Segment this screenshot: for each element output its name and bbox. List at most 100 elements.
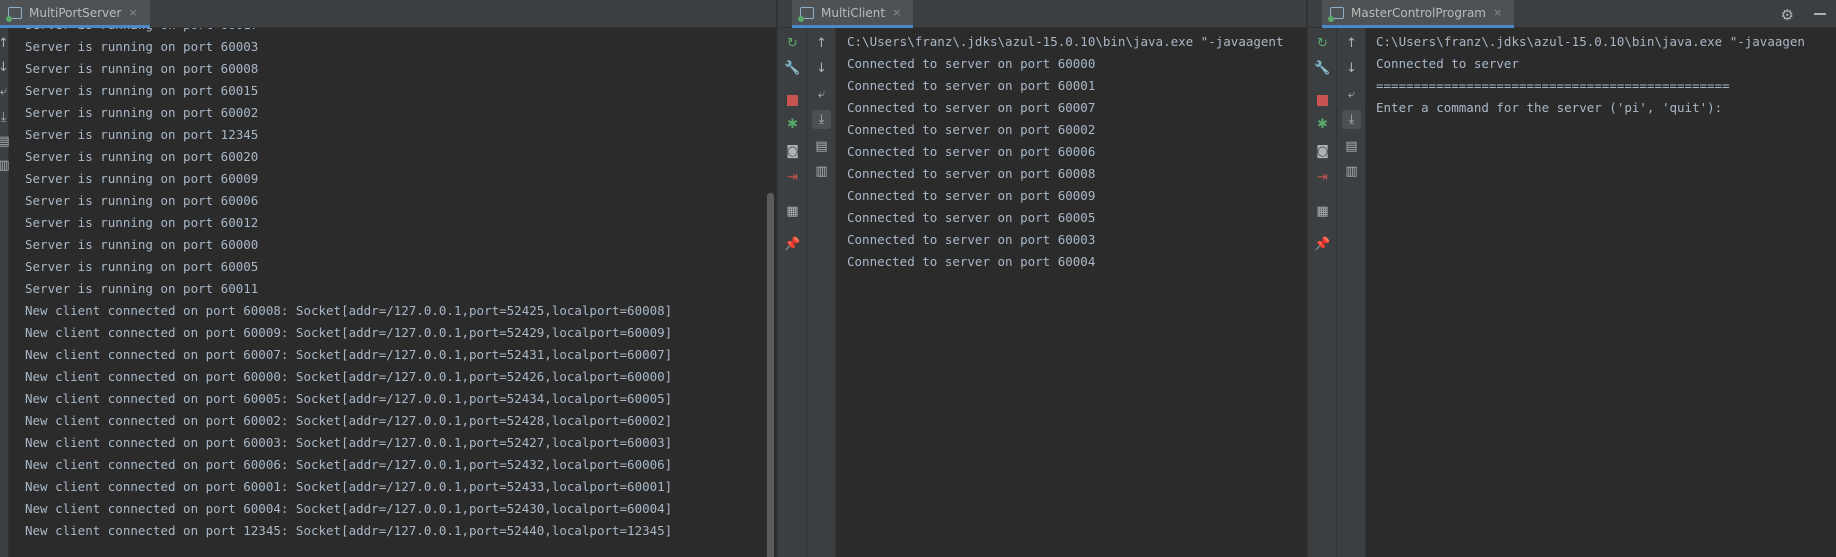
console-line: New client connected on port 60000: Sock… <box>25 369 673 384</box>
console-line: Server is running on port 60006 <box>25 193 259 208</box>
client-run-panel: MultiClient × ↻ 🔧 ✱ ◙ ⇥ ▦ 📌 ↑ ↓ ⤶ ⤓ ▤ ▥ … <box>778 0 1306 557</box>
master-console-output[interactable]: C:\Users\franz\.jdks\azul-15.0.10\bin\ja… <box>1376 28 1836 557</box>
soft-wrap-icon[interactable]: ⤶ <box>1342 85 1361 104</box>
console-line: Connected to server on port 60008 <box>847 166 1096 181</box>
soft-wrap-icon[interactable]: ⤶ <box>812 85 831 104</box>
master-run-toolbar: ↻ 🔧 ✱ ◙ ⇥ ▦ 📌 <box>1308 28 1337 557</box>
pin-icon[interactable]: 📌 <box>783 235 802 254</box>
console-line: New client connected on port 60004: Sock… <box>25 501 673 516</box>
console-line: New client connected on port 60001: Sock… <box>25 479 673 494</box>
settings-gear-icon[interactable]: ⚙ <box>1781 6 1794 24</box>
run-config-icon <box>6 6 22 22</box>
debug-bug-icon[interactable]: ✱ <box>1313 115 1332 134</box>
master-console-toolbar: ↑ ↓ ⤶ ⤓ ▤ ▥ <box>1337 28 1366 557</box>
console-line: New client connected on port 60008: Sock… <box>25 303 673 318</box>
console-line: Connected to server on port 60009 <box>847 188 1096 203</box>
master-tab-bar: MasterControlProgram × ⚙ <box>1308 0 1836 28</box>
trash-icon[interactable]: ▥ <box>0 156 13 175</box>
console-line: C:\Users\franz\.jdks\azul-15.0.10\bin\ja… <box>847 34 1284 49</box>
console-line: Connected to server <box>1376 56 1519 71</box>
console-line: New client connected on port 60002: Sock… <box>25 413 673 428</box>
console-line: Connected to server on port 60001 <box>847 78 1096 93</box>
server-tab-bar: MultiPortServer × <box>0 0 776 28</box>
console-line: Server is running on port 60012 <box>25 215 259 230</box>
console-line: Connected to server on port 60006 <box>847 144 1096 159</box>
console-line: Server is running on port 60003 <box>25 39 259 54</box>
hide-panel-icon[interactable] <box>1814 13 1826 15</box>
server-console-output[interactable]: Server is running on port 60017 Server i… <box>25 28 762 557</box>
console-line: Connected to server on port 60004 <box>847 254 1096 269</box>
console-line: ========================================… <box>1376 78 1730 93</box>
tab-title: MasterControlProgram <box>1351 5 1486 20</box>
master-run-panel: MasterControlProgram × ⚙ ↻ 🔧 ✱ ◙ ⇥ ▦ 📌 ↑… <box>1308 0 1836 557</box>
tab-multiclient[interactable]: MultiClient × <box>792 0 914 28</box>
console-line: Connected to server on port 60003 <box>847 232 1096 247</box>
console-line: Server is running on port 60009 <box>25 171 259 186</box>
console-line: Connected to server on port 60000 <box>847 56 1096 71</box>
exit-icon[interactable]: ⇥ <box>783 168 802 187</box>
scroll-to-end-icon[interactable]: ⤓ <box>1342 110 1361 129</box>
print-icon[interactable]: ▤ <box>812 137 831 156</box>
console-line: Server is running on port 12345 <box>25 127 259 142</box>
print-icon[interactable]: ▤ <box>0 132 13 151</box>
console-line: Connected to server on port 60007 <box>847 100 1096 115</box>
print-icon[interactable]: ▤ <box>1342 137 1361 156</box>
trash-icon[interactable]: ▥ <box>1342 162 1361 181</box>
console-line: Server is running on port 60015 <box>25 83 259 98</box>
pin-icon[interactable]: 📌 <box>1313 235 1332 254</box>
scroll-to-end-icon[interactable]: ⤓ <box>812 110 831 129</box>
tab-mastercontrolprogram[interactable]: MasterControlProgram × <box>1322 0 1515 28</box>
run-config-icon <box>798 6 814 22</box>
debug-bug-icon[interactable]: ✱ <box>783 115 802 134</box>
client-run-toolbar: ↻ 🔧 ✱ ◙ ⇥ ▦ 📌 <box>778 28 807 557</box>
tab-close-icon[interactable]: × <box>892 6 901 19</box>
scroll-down-icon[interactable]: ↓ <box>0 58 13 77</box>
server-scrollbar[interactable] <box>766 28 776 557</box>
rerun-icon[interactable]: ↻ <box>1313 34 1332 53</box>
client-tab-bar: MultiClient × <box>778 0 1306 28</box>
scroll-up-icon[interactable]: ↑ <box>0 34 13 53</box>
server-scrollbar-thumb[interactable] <box>767 193 774 557</box>
trash-icon[interactable]: ▥ <box>812 162 831 181</box>
console-line: C:\Users\franz\.jdks\azul-15.0.10\bin\ja… <box>1376 34 1805 49</box>
server-run-panel: MultiPortServer × ↑ ↓ ⤶ ⤓ ▤ ▥ Server is … <box>0 0 776 557</box>
console-line: Server is running on port 60002 <box>25 105 259 120</box>
tab-close-icon[interactable]: × <box>1493 6 1502 19</box>
wrench-icon[interactable]: 🔧 <box>1313 59 1332 78</box>
layout-icon[interactable]: ▦ <box>783 202 802 221</box>
tab-close-icon[interactable]: × <box>128 6 137 19</box>
console-line: New client connected on port 60005: Sock… <box>25 391 673 406</box>
console-line: New client connected on port 12345: Sock… <box>25 523 673 538</box>
camera-icon[interactable]: ◙ <box>783 142 802 161</box>
console-line-partial: Server is running on port 60017 <box>25 28 258 36</box>
wrench-icon[interactable]: 🔧 <box>783 59 802 78</box>
client-console-toolbar: ↑ ↓ ⤶ ⤓ ▤ ▥ <box>807 28 836 557</box>
layout-icon[interactable]: ▦ <box>1313 202 1332 221</box>
soft-wrap-icon[interactable]: ⤶ <box>0 82 13 101</box>
console-line: New client connected on port 60003: Sock… <box>25 435 673 450</box>
scroll-up-icon[interactable]: ↑ <box>1342 34 1361 53</box>
run-config-icon <box>1328 6 1344 22</box>
console-line: Server is running on port 60000 <box>25 237 259 252</box>
console-line: Connected to server on port 60005 <box>847 210 1096 225</box>
rerun-icon[interactable]: ↻ <box>783 34 802 53</box>
stop-icon[interactable] <box>1313 91 1332 110</box>
scroll-down-icon[interactable]: ↓ <box>1342 59 1361 78</box>
scroll-down-icon[interactable]: ↓ <box>812 59 831 78</box>
server-toolbar: ↑ ↓ ⤶ ⤓ ▤ ▥ <box>0 28 10 557</box>
console-line: New client connected on port 60009: Sock… <box>25 325 673 340</box>
stop-icon[interactable] <box>783 91 802 110</box>
tab-title: MultiClient <box>821 5 886 20</box>
exit-icon[interactable]: ⇥ <box>1313 168 1332 187</box>
tab-title: MultiPortServer <box>29 5 122 20</box>
camera-icon[interactable]: ◙ <box>1313 142 1332 161</box>
console-line: Enter a command for the server ('pi', 'q… <box>1376 100 1723 115</box>
console-line: Server is running on port 60008 <box>25 61 259 76</box>
client-console-output[interactable]: C:\Users\franz\.jdks\azul-15.0.10\bin\ja… <box>847 28 1306 557</box>
scroll-up-icon[interactable]: ↑ <box>812 34 831 53</box>
scroll-to-end-icon[interactable]: ⤓ <box>0 108 13 127</box>
console-line: Server is running on port 60011 <box>25 281 259 296</box>
console-line: New client connected on port 60006: Sock… <box>25 457 673 472</box>
console-line: Connected to server on port 60002 <box>847 122 1096 137</box>
tab-multiportserver[interactable]: MultiPortServer × <box>0 0 150 28</box>
